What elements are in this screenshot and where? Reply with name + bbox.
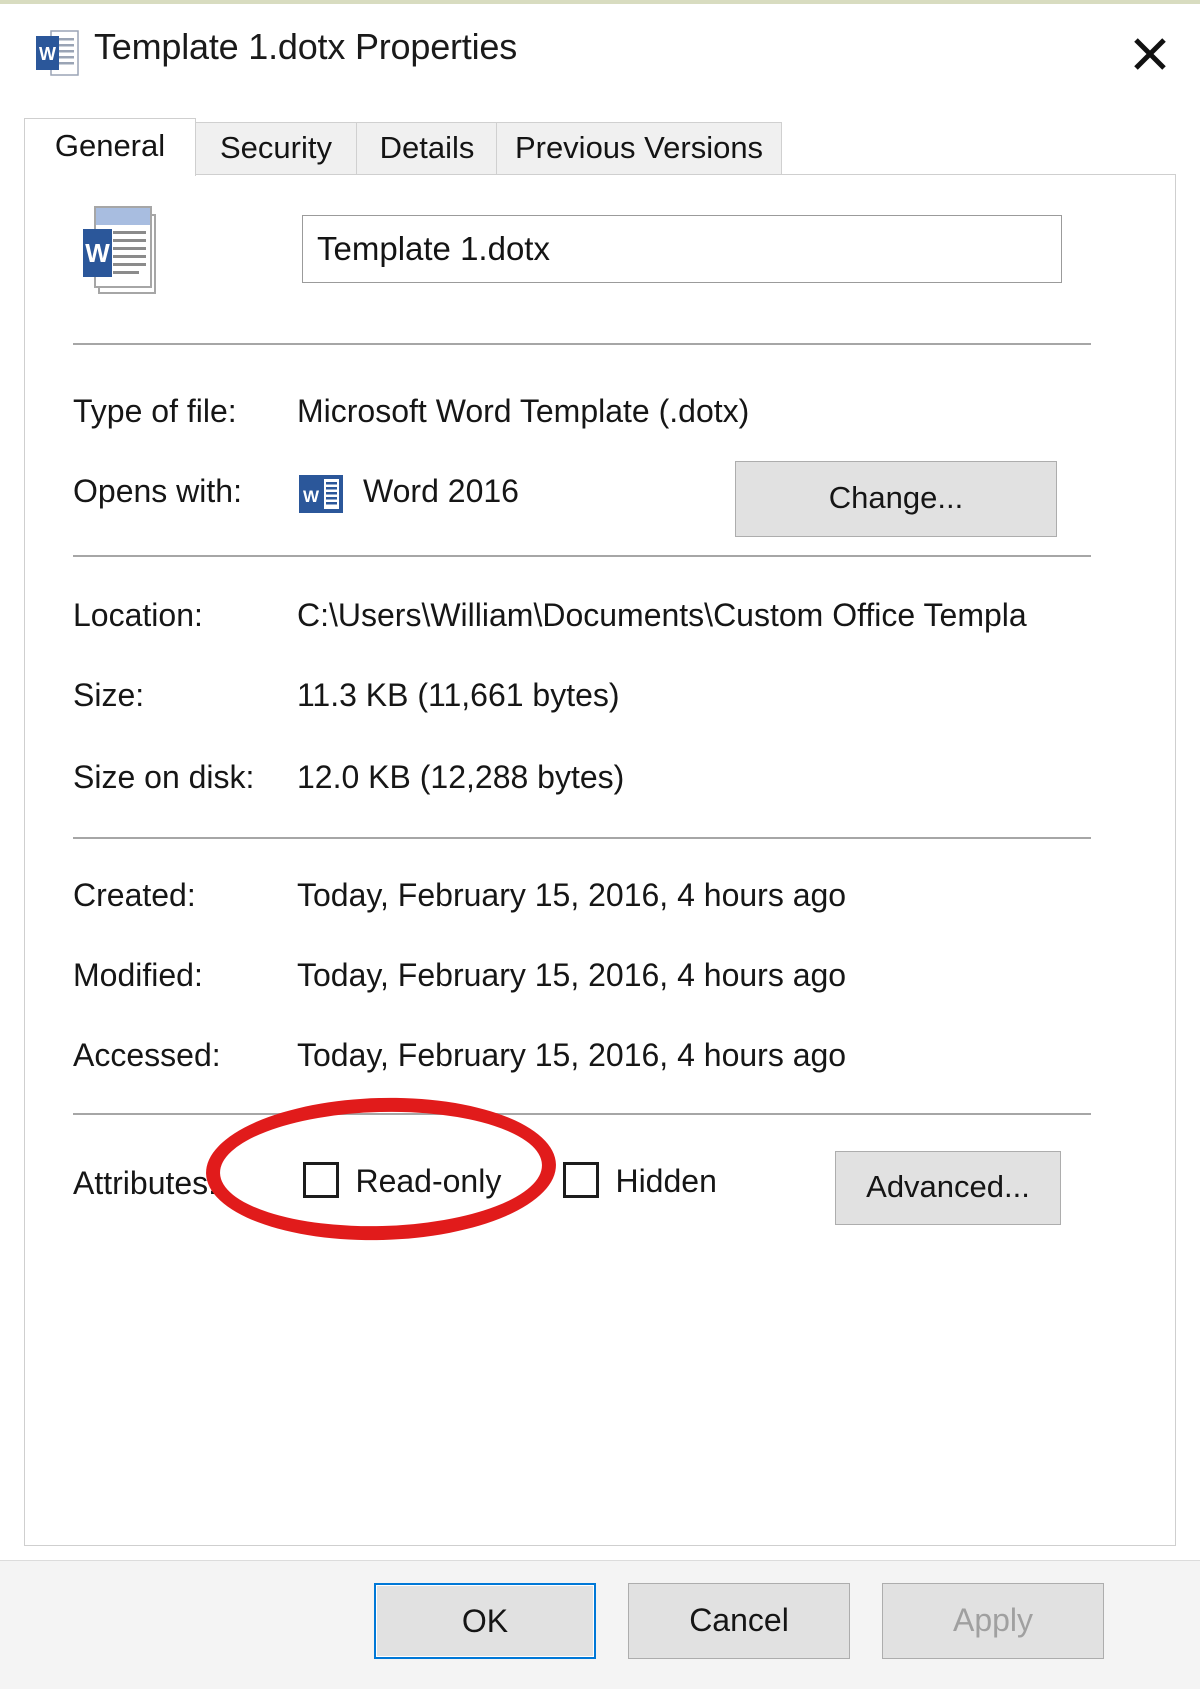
row-size-on-disk: Size on disk: 12.0 KB (12,288 bytes) (25, 759, 1175, 817)
row-opens-with: Opens with: W Word 2016 Change... (25, 461, 1175, 537)
read-only-label: Read-only (355, 1163, 502, 1199)
value-opens-with: Word 2016 (363, 473, 519, 509)
apply-button[interactable]: Apply (882, 1583, 1104, 1659)
svg-text:W: W (85, 238, 110, 268)
svg-text:W: W (39, 44, 56, 64)
tab-previous-versions[interactable]: Previous Versions (496, 122, 782, 176)
row-size: Size: 11.3 KB (11,661 bytes) (25, 677, 1175, 735)
label-size: Size: (73, 677, 145, 713)
label-opens-with: Opens with: (73, 473, 242, 509)
read-only-checkbox[interactable]: Read-only (303, 1161, 502, 1199)
row-accessed: Accessed: Today, February 15, 2016, 4 ho… (25, 1037, 1175, 1095)
svg-text:W: W (303, 487, 320, 506)
value-size: 11.3 KB (11,661 bytes) (297, 677, 620, 713)
tab-security[interactable]: Security (194, 122, 358, 176)
title-bar: W Template 1.dotx Properties (8, 4, 1192, 104)
row-attributes: Attributes: Read-only Hidden Advanced... (25, 1151, 1175, 1245)
label-size-on-disk: Size on disk: (73, 759, 255, 795)
hidden-label: Hidden (615, 1163, 717, 1199)
file-name-header: W Template 1.dotx (25, 175, 1175, 325)
label-accessed: Accessed: (73, 1037, 221, 1073)
label-modified: Modified: (73, 957, 203, 993)
label-type-of-file: Type of file: (73, 393, 237, 429)
value-location: C:\Users\William\Documents\Custom Office… (297, 597, 1027, 633)
value-accessed: Today, February 15, 2016, 4 hours ago (297, 1037, 847, 1073)
row-modified: Modified: Today, February 15, 2016, 4 ho… (25, 957, 1175, 1015)
tab-general[interactable]: General (24, 118, 196, 176)
advanced-button[interactable]: Advanced... (835, 1151, 1061, 1225)
dialog-footer: OK Cancel Apply (0, 1560, 1200, 1689)
label-created: Created: (73, 877, 196, 913)
properties-dialog: W Template 1.dotx Properties General Sec… (8, 4, 1192, 1684)
row-location: Location: C:\Users\William\Documents\Cus… (25, 597, 1175, 655)
row-type-of-file: Type of file: Microsoft Word Template (.… (25, 393, 1175, 451)
label-attributes: Attributes: (73, 1165, 218, 1201)
label-location: Location: (73, 597, 203, 633)
tab-details[interactable]: Details (356, 122, 498, 176)
ok-button[interactable]: OK (374, 1583, 596, 1659)
value-type-of-file: Microsoft Word Template (.dotx) (297, 393, 750, 429)
close-icon[interactable] (1108, 14, 1188, 94)
checkbox-box-read-only[interactable] (303, 1161, 339, 1198)
separator-1 (73, 343, 1091, 345)
separator-3 (73, 837, 1091, 839)
cancel-button[interactable]: Cancel (628, 1583, 850, 1659)
hidden-checkbox[interactable]: Hidden (563, 1161, 717, 1199)
row-created: Created: Today, February 15, 2016, 4 hou… (25, 877, 1175, 935)
value-size-on-disk: 12.0 KB (12,288 bytes) (297, 759, 625, 795)
general-tab-panel: W Template 1.dotx Type of file: Microsof… (24, 174, 1176, 1546)
file-name-input[interactable]: Template 1.dotx (302, 215, 1062, 283)
separator-2 (73, 555, 1091, 557)
window-title: Template 1.dotx Properties (94, 26, 518, 67)
separator-4 (73, 1113, 1091, 1115)
checkbox-box-hidden[interactable] (563, 1161, 599, 1198)
word-2016-icon: W (297, 471, 345, 517)
change-button[interactable]: Change... (735, 461, 1057, 537)
value-modified: Today, February 15, 2016, 4 hours ago (297, 957, 847, 993)
value-created: Today, February 15, 2016, 4 hours ago (297, 877, 847, 913)
tab-strip: General Security Details Previous Versio… (8, 104, 1192, 176)
word-document-icon: W (80, 201, 162, 297)
word-template-icon: W (34, 28, 80, 78)
